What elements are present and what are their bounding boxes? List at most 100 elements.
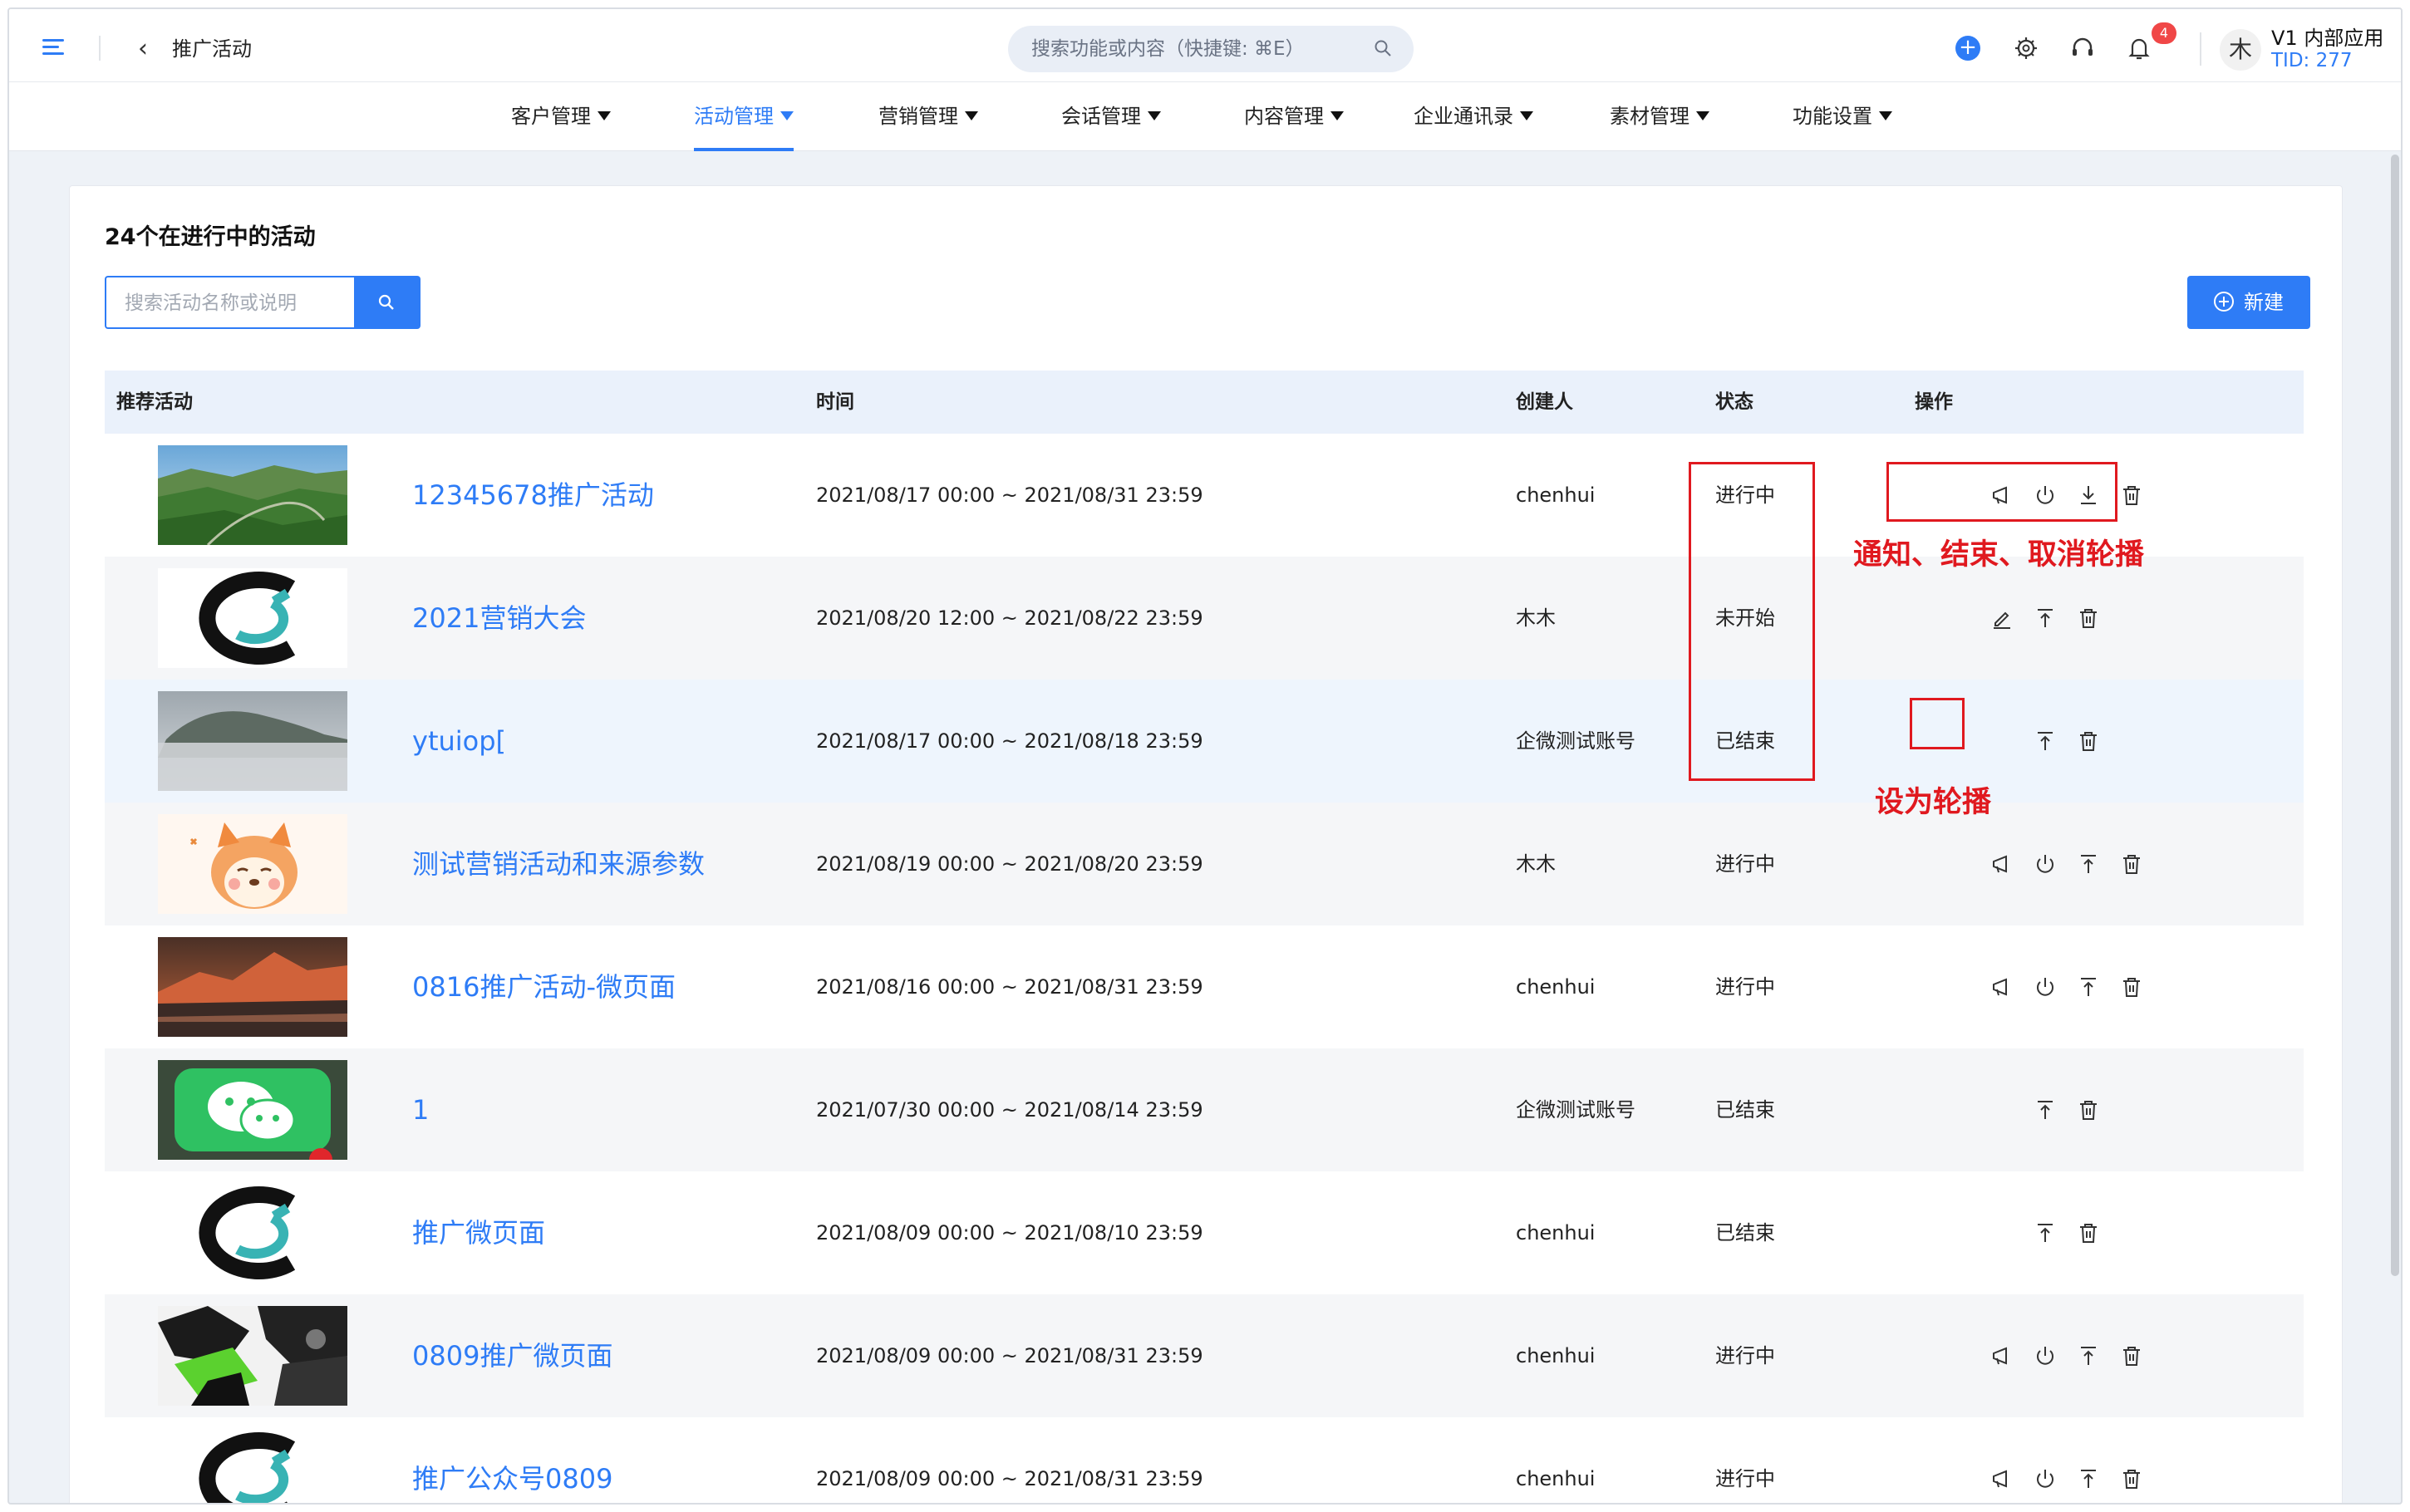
activity-status: 进行中 xyxy=(1715,1467,1775,1490)
power-icon[interactable] xyxy=(2033,852,2058,876)
pin-top-icon[interactable] xyxy=(2076,974,2101,999)
trash-icon[interactable] xyxy=(2119,852,2144,876)
activity-name-link[interactable]: 推广公众号0809 xyxy=(412,1417,612,1503)
table-row[interactable]: 2021营销大会 2021/08/20 12:00 ~ 2021/08/22 23… xyxy=(105,557,2304,680)
bell-icon[interactable] xyxy=(2125,34,2153,62)
nav-activities[interactable]: 活动管理 xyxy=(694,82,794,151)
trash-icon[interactable] xyxy=(2076,729,2101,754)
table-row[interactable]: 1 2021/07/30 00:00 ~ 2021/08/14 23:59 企微测试… xyxy=(105,1048,2304,1171)
notification-badge: 4 xyxy=(2152,22,2176,44)
scrollbar[interactable] xyxy=(2391,155,2399,1276)
col-activity: 推荐活动 xyxy=(116,391,193,413)
caret-down-icon xyxy=(1879,110,1892,120)
status-highlight-box xyxy=(1689,462,1815,781)
col-actions: 操作 xyxy=(1915,391,1953,413)
activity-creator: 企微测试账号 xyxy=(1516,729,1635,753)
trash-icon[interactable] xyxy=(2076,1097,2101,1122)
caret-down-icon xyxy=(965,110,978,120)
activity-time: 2021/07/30 00:00 ~ 2021/08/14 23:59 xyxy=(816,1098,1203,1122)
activity-thumbnail xyxy=(158,1183,347,1283)
edit-icon[interactable] xyxy=(1989,606,2014,631)
caret-down-icon xyxy=(780,110,794,120)
activity-status: 进行中 xyxy=(1715,852,1775,876)
caret-down-icon xyxy=(1148,110,1161,120)
carousel-highlight-box xyxy=(1910,698,1965,749)
nav-settings[interactable]: 功能设置 xyxy=(1793,82,1892,151)
activity-time: 2021/08/17 00:00 ~ 2021/08/31 23:59 xyxy=(816,484,1203,507)
nav-content[interactable]: 内容管理 xyxy=(1244,82,1344,151)
pin-top-icon[interactable] xyxy=(2076,852,2101,876)
notify-icon[interactable] xyxy=(1989,852,2014,876)
activity-creator: chenhui xyxy=(1516,1467,1596,1490)
tenant-id: TID: 277 xyxy=(2271,50,2353,71)
add-circle-icon[interactable]: + xyxy=(1955,36,1980,61)
col-status: 状态 xyxy=(1715,391,1753,413)
activity-search-input[interactable]: 搜索活动名称或说明 xyxy=(105,276,354,329)
pin-top-icon[interactable] xyxy=(2033,1097,2058,1122)
trash-icon[interactable] xyxy=(2076,1220,2101,1245)
activity-time: 2021/08/20 12:00 ~ 2021/08/22 23:59 xyxy=(816,606,1203,630)
pin-top-icon[interactable] xyxy=(2033,729,2058,754)
pin-top-icon[interactable] xyxy=(2033,1220,2058,1245)
trash-icon[interactable] xyxy=(2119,483,2144,508)
headset-icon[interactable] xyxy=(2068,34,2097,62)
nav-sessions[interactable]: 会话管理 xyxy=(1061,82,1161,151)
activity-name-link[interactable]: 测试营销活动和来源参数 xyxy=(412,803,705,925)
table-row[interactable]: 0809推广微页面 2021/08/09 00:00 ~ 2021/08/31 2… xyxy=(105,1294,2304,1417)
activity-name-link[interactable]: 1 xyxy=(412,1048,429,1171)
global-search[interactable]: 搜索功能或内容（快捷键: ⌘E） xyxy=(1008,26,1414,72)
notify-icon[interactable] xyxy=(1989,1466,2014,1491)
activity-creator: 木木 xyxy=(1516,852,1556,876)
avatar[interactable]: 木 xyxy=(2220,29,2261,71)
card-title: 24个在进行中的活动 xyxy=(105,224,316,250)
carousel-annotation: 设为轮播 xyxy=(1875,786,1992,819)
pin-top-icon[interactable] xyxy=(2033,606,2058,631)
activity-status: 已结束 xyxy=(1715,1221,1775,1244)
menu-icon[interactable] xyxy=(42,39,64,56)
activity-time: 2021/08/19 00:00 ~ 2021/08/20 23:59 xyxy=(816,852,1203,876)
col-creator: 创建人 xyxy=(1516,391,1573,413)
pin-top-icon[interactable] xyxy=(2076,1343,2101,1368)
activity-name-link[interactable]: 推广微页面 xyxy=(412,1171,545,1294)
nav-directory[interactable]: 企业通讯录 xyxy=(1414,82,1533,151)
activity-time: 2021/08/16 00:00 ~ 2021/08/31 23:59 xyxy=(816,975,1203,999)
activity-thumbnail xyxy=(158,1306,347,1406)
activity-thumbnail xyxy=(158,568,347,668)
activity-name-link[interactable]: ytuiop[ xyxy=(412,680,506,803)
activity-name-link[interactable]: 2021营销大会 xyxy=(412,557,586,680)
global-search-placeholder: 搜索功能或内容（快捷键: ⌘E） xyxy=(1031,38,1305,60)
table-row[interactable]: 0816推广活动-微页面 2021/08/16 00:00 ~ 2021/08/3… xyxy=(105,925,2304,1048)
trash-icon[interactable] xyxy=(2119,1466,2144,1491)
table-row[interactable]: 测试营销活动和来源参数 2021/08/19 00:00 ~ 2021/08/20… xyxy=(105,803,2304,925)
notify-icon[interactable] xyxy=(1989,1343,2014,1368)
activity-thumbnail xyxy=(158,1429,347,1503)
new-activity-button[interactable]: 新建 xyxy=(2187,276,2310,329)
activity-card: 24个在进行中的活动 搜索活动名称或说明 新建 推荐活动 时间 创建人 状态 操… xyxy=(69,185,2343,1503)
activity-thumbnail xyxy=(158,445,347,545)
main-nav: 客户管理 活动管理 营销管理 会话管理 内容管理 企业通讯录 素材管理 功能设置 xyxy=(9,82,2401,151)
activity-name-link[interactable]: 0809推广微页面 xyxy=(412,1294,612,1417)
nav-customers[interactable]: 客户管理 xyxy=(511,82,611,151)
nav-marketing[interactable]: 营销管理 xyxy=(878,82,978,151)
activity-search-button[interactable] xyxy=(354,276,421,329)
activity-creator: chenhui xyxy=(1516,484,1596,507)
power-icon[interactable] xyxy=(2033,1466,2058,1491)
back-arrow-icon[interactable]: ‹ xyxy=(138,34,163,64)
breadcrumb: 推广活动 xyxy=(172,37,252,61)
pin-top-icon[interactable] xyxy=(2076,1466,2101,1491)
activity-name-link[interactable]: 0816推广活动-微页面 xyxy=(412,925,676,1048)
power-icon[interactable] xyxy=(2033,1343,2058,1368)
trash-icon[interactable] xyxy=(2119,1343,2144,1368)
activity-name-link[interactable]: 12345678推广活动 xyxy=(412,434,654,557)
trash-icon[interactable] xyxy=(2119,974,2144,999)
nav-materials[interactable]: 素材管理 xyxy=(1610,82,1709,151)
caret-down-icon xyxy=(1330,110,1344,120)
trash-icon[interactable] xyxy=(2076,606,2101,631)
gear-icon[interactable] xyxy=(2012,34,2040,62)
search-icon xyxy=(378,294,394,310)
notify-icon[interactable] xyxy=(1989,974,2014,999)
power-icon[interactable] xyxy=(2033,974,2058,999)
table-row[interactable]: 推广微页面 2021/08/09 00:00 ~ 2021/08/10 23:59… xyxy=(105,1171,2304,1294)
table-row[interactable]: 推广公众号0809 2021/08/09 00:00 ~ 2021/08/31 2… xyxy=(105,1417,2304,1503)
caret-down-icon xyxy=(1696,110,1709,120)
